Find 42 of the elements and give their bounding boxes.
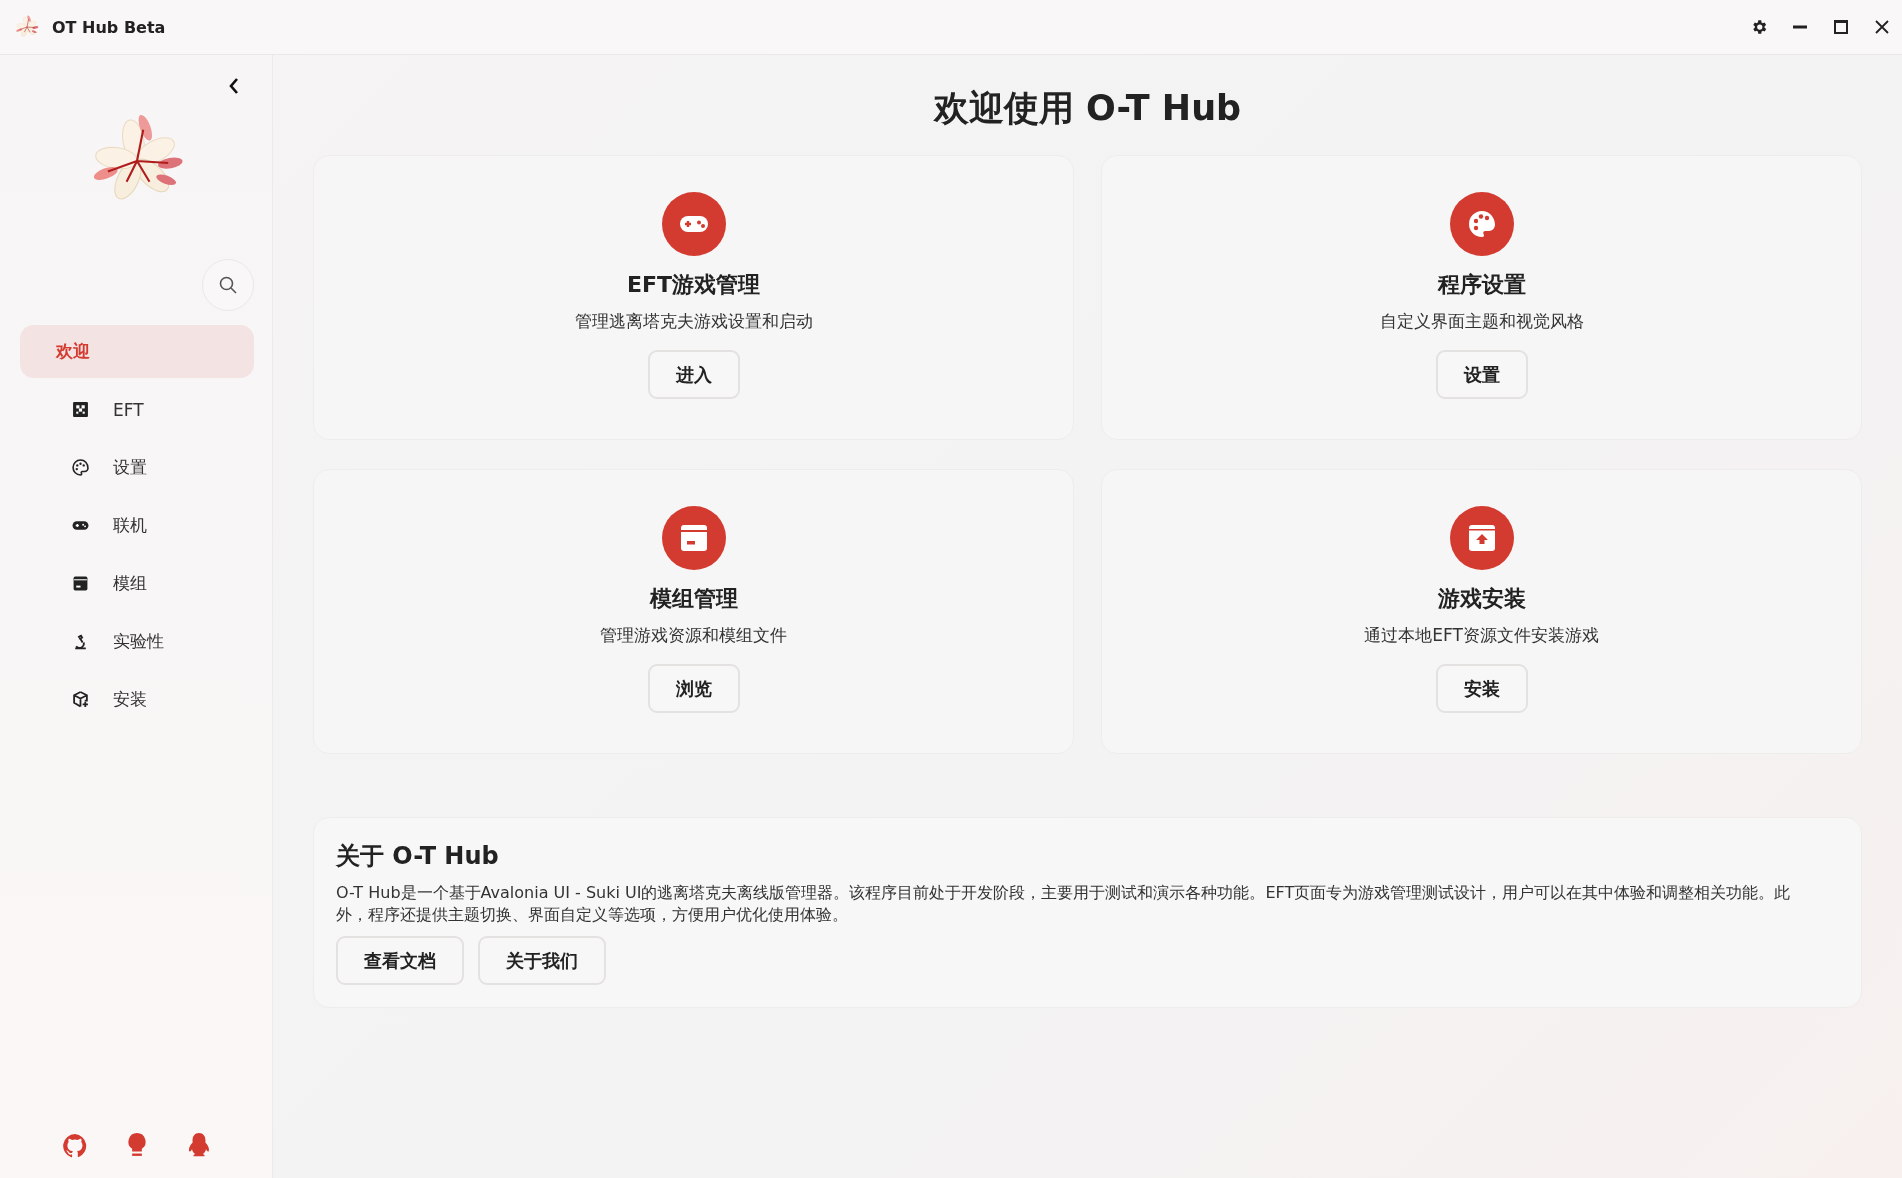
sidebar-item[interactable]: 欢迎 bbox=[20, 325, 254, 378]
card-button[interactable]: 进入 bbox=[647, 350, 740, 399]
card-button[interactable]: 安装 bbox=[1435, 664, 1528, 713]
card-button[interactable]: 设置 bbox=[1435, 350, 1528, 399]
card-title: 模组管理 bbox=[649, 585, 738, 613]
chevron-left-icon bbox=[228, 77, 240, 95]
about-button[interactable]: 关于我们 bbox=[478, 936, 606, 985]
about-title: 关于 O-T Hub bbox=[336, 841, 500, 872]
flower-logo-icon bbox=[14, 14, 40, 40]
search-icon bbox=[218, 275, 238, 295]
card-title: EFT游戏管理 bbox=[626, 271, 761, 299]
github-icon[interactable] bbox=[62, 1132, 88, 1160]
search-button[interactable] bbox=[202, 259, 254, 311]
archive-icon bbox=[661, 506, 726, 570]
close-icon bbox=[1874, 20, 1889, 34]
sidebar-item[interactable]: 实验性 bbox=[20, 615, 254, 668]
card-button[interactable]: 浏览 bbox=[647, 664, 740, 713]
about-text: O-T Hub是一个基于Avalonia UI - Suki UI的逃离塔克夫离线版管理器。该程序目前处于开发阶段，主要用于测试和演示各种功能。EFT页面专为游戏管理测试设计，用户可以在其中体验和调整相关功能。此外，程序还提供主题切换、界面自定义等选项，方便用户优化使用体验。 bbox=[336, 882, 1792, 926]
upload-box-icon bbox=[1449, 506, 1514, 570]
card-description: 通过本地EFT资源文件安装游戏 bbox=[1364, 624, 1599, 647]
sidebar-item[interactable]: 设置 bbox=[20, 441, 254, 494]
board-icon bbox=[72, 401, 89, 418]
archive-icon bbox=[72, 575, 89, 592]
palette-icon bbox=[1449, 192, 1514, 256]
sidebar-item[interactable]: 模组 bbox=[20, 557, 254, 610]
sidebar-item[interactable]: 联机 bbox=[20, 499, 254, 552]
card-title: 程序设置 bbox=[1437, 271, 1526, 299]
palette-icon bbox=[72, 459, 89, 476]
page-heading: 欢迎使用 O-T Hub bbox=[932, 87, 1243, 130]
card-title: 游戏安装 bbox=[1437, 585, 1526, 613]
box-plus-icon bbox=[72, 691, 89, 708]
maximize-icon bbox=[1833, 20, 1848, 34]
card-description: 自定义界面主题和视觉风格 bbox=[1379, 310, 1584, 333]
minimize-icon bbox=[1792, 25, 1807, 29]
card-description: 管理游戏资源和模组文件 bbox=[600, 624, 787, 647]
gamepad-icon bbox=[661, 192, 726, 256]
sidebar-item[interactable]: EFT bbox=[20, 383, 254, 436]
about-button[interactable]: 查看文档 bbox=[336, 936, 464, 985]
microscope-icon bbox=[72, 633, 89, 650]
sidebar-item[interactable]: 安装 bbox=[20, 673, 254, 726]
card-description: 管理逃离塔克夫游戏设置和启动 bbox=[574, 310, 813, 333]
window-title: OT Hub Beta bbox=[52, 17, 167, 37]
